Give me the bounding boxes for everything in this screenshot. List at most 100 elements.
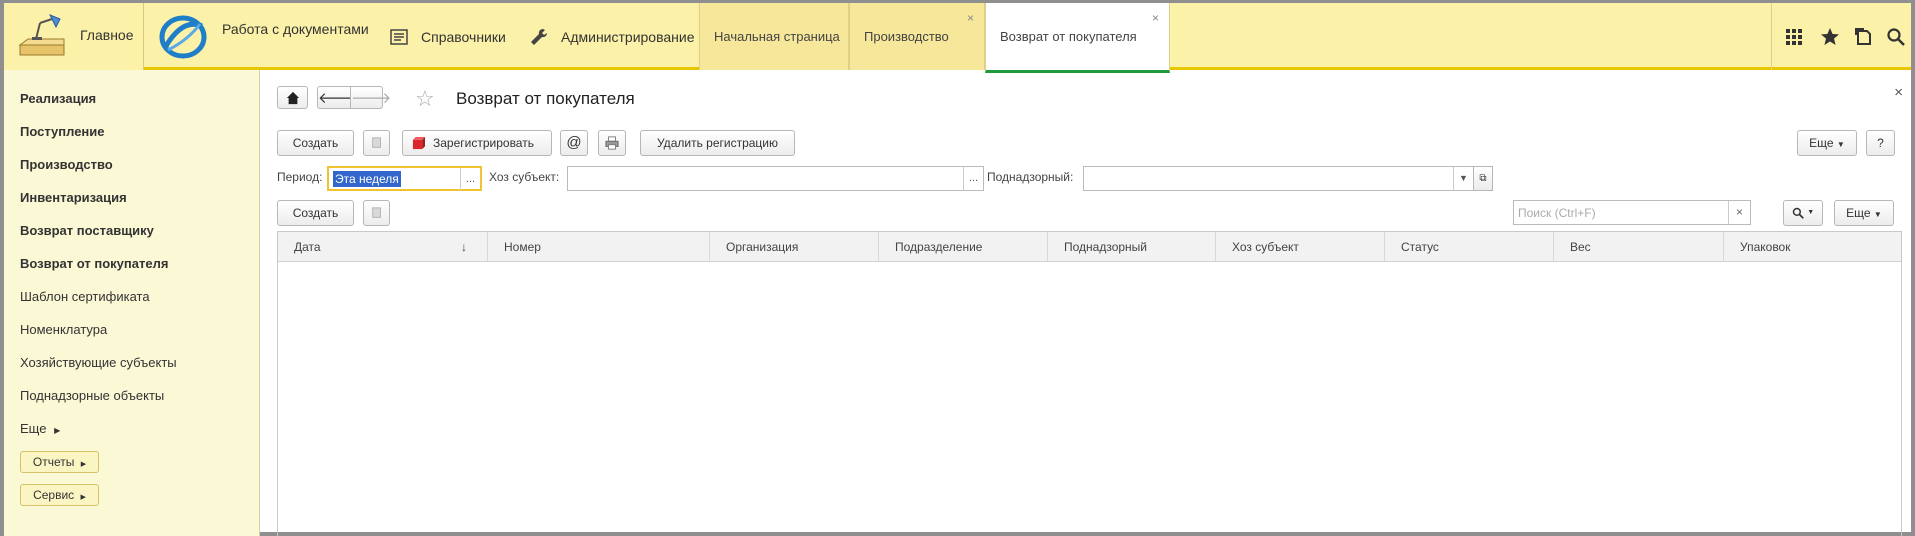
sidebar-item-certificate-template[interactable]: Шаблон сертификата (20, 289, 150, 304)
tab-label: Начальная страница (714, 29, 840, 44)
supervised-label: Поднадзорный: (987, 170, 1074, 184)
tab-label: Возврат от покупателя (1000, 29, 1137, 44)
favorite-star-icon[interactable]: ☆ (415, 86, 435, 112)
subject-field[interactable]: ... (567, 166, 984, 191)
caret-right-icon: ▶ (80, 461, 87, 468)
register-label: Зарегистрировать (433, 136, 534, 150)
service-label: Сервис (33, 488, 75, 502)
admin-section-button[interactable]: Администрирование (529, 3, 695, 70)
sidebar-item-receipts[interactable]: Поступление (20, 124, 105, 139)
tab-close-icon[interactable]: × (1152, 11, 1159, 25)
register-button[interactable]: Зарегистрировать (402, 130, 552, 156)
period-choose-button[interactable]: ... (460, 168, 480, 191)
column-header-date[interactable]: Дата ↓ (278, 232, 488, 262)
back-button[interactable]: 🡐 (317, 86, 358, 109)
tab-label: Производство (864, 29, 949, 44)
documents-label: Работа с документами (222, 20, 369, 37)
register-cube-icon (412, 137, 425, 150)
documents-section-button[interactable]: Работа с документами (144, 3, 377, 70)
app-window: Главное Работа с документами Справочники (0, 0, 1915, 536)
list-create-button[interactable]: Создать (277, 200, 354, 226)
top-tools (1771, 3, 1911, 70)
sort-down-icon: ↓ (461, 240, 467, 254)
tab-production[interactable]: Производство × (849, 3, 985, 70)
sidebar-item-production[interactable]: Производство (20, 157, 113, 172)
period-value: Эта неделя (333, 171, 401, 187)
subject-label: Хоз субъект: (489, 170, 560, 184)
caret-right-icon: ▶ (54, 426, 61, 435)
sidebar-item-supplier-return[interactable]: Возврат поставщику (20, 223, 154, 238)
column-header-number[interactable]: Номер (488, 232, 710, 262)
tab-close-icon[interactable]: × (967, 11, 974, 25)
list-more-button[interactable]: Еще ▼ (1834, 200, 1894, 226)
copy-button[interactable] (363, 130, 390, 156)
search-input[interactable]: Поиск (Ctrl+F) × (1513, 200, 1751, 225)
apps-grid-icon[interactable] (1784, 27, 1804, 47)
column-header-packages[interactable]: Упаковок (1724, 232, 1901, 262)
page-title: Возврат от покупателя (456, 89, 635, 108)
caret-down-icon: ▼ (1836, 140, 1845, 149)
service-button[interactable]: Сервис ▶ (20, 484, 99, 506)
caret-down-icon: ▼ (1807, 209, 1815, 216)
supervised-open-button[interactable]: ⧉ (1473, 166, 1493, 191)
printer-icon (605, 136, 619, 150)
help-button[interactable]: ? (1866, 130, 1895, 156)
desk-lamp-icon (18, 14, 65, 56)
column-header-business-entity[interactable]: Хоз субъект (1216, 232, 1385, 262)
documents-logo-icon (159, 15, 207, 58)
period-field[interactable]: Эта неделя ... (327, 166, 482, 191)
arrow-right-icon: 🡒 (351, 90, 392, 107)
supervised-field[interactable]: ▼ (1083, 166, 1474, 191)
email-button[interactable]: @ (560, 130, 588, 156)
period-label: Период: (277, 170, 323, 184)
list-copy-button[interactable] (363, 200, 390, 226)
sidebar-item-supervised-objects[interactable]: Поднадзорные объекты (20, 388, 164, 403)
sidebar-item-nomenclature[interactable]: Номенклатура (20, 322, 107, 337)
more-label: Еще (1846, 206, 1871, 220)
home-section-button[interactable]: Главное (4, 3, 144, 70)
sidebar-item-sales[interactable]: Реализация (20, 91, 96, 106)
supervised-dropdown-icon[interactable]: ▼ (1453, 167, 1473, 190)
search-clear-icon[interactable]: × (1728, 201, 1750, 224)
sidebar-item-more[interactable]: Еще ▶ (20, 421, 60, 436)
more-actions-button[interactable]: Еще ▼ (1797, 130, 1857, 156)
tab-home-page[interactable]: Начальная страница (699, 3, 849, 70)
sidebar-item-business-entities[interactable]: Хозяйствующие субъекты (20, 355, 177, 370)
tab-customer-return[interactable]: Возврат от покупателя × (985, 3, 1170, 73)
forward-button[interactable]: 🡒 (350, 86, 391, 109)
search-placeholder: Поиск (Ctrl+F) (1518, 206, 1596, 220)
sidebar-item-customer-return[interactable]: Возврат от покупателя (20, 256, 168, 271)
column-header-weight[interactable]: Вес (1554, 232, 1724, 262)
search-icon[interactable] (1886, 27, 1906, 47)
copy-doc-icon (371, 137, 381, 148)
print-button[interactable] (598, 130, 626, 156)
home-nav-button[interactable] (277, 86, 308, 109)
open-window-icon: ⧉ (1479, 173, 1487, 184)
admin-label: Администрирование (561, 28, 695, 45)
delete-registration-button[interactable]: Удалить регистрацию (640, 130, 795, 156)
column-header-department[interactable]: Подразделение (879, 232, 1048, 262)
home-label: Главное (80, 27, 134, 43)
main-form: 🡐 🡒 ☆ Возврат от покупателя × Создать За… (261, 70, 1911, 536)
close-form-icon[interactable]: × (1894, 84, 1903, 101)
column-header-status[interactable]: Статус (1385, 232, 1554, 262)
history-icon[interactable] (1854, 27, 1874, 47)
top-bar: Главное Работа с документами Справочники (4, 3, 1911, 73)
sidebar-more-label: Еще (20, 421, 47, 436)
search-button[interactable]: ▼ (1783, 200, 1823, 226)
documents-table[interactable]: Дата ↓ Номер Организация Подразделение П… (277, 231, 1902, 536)
caret-right-icon: ▶ (80, 494, 86, 501)
sidebar-item-inventory[interactable]: Инвентаризация (20, 190, 127, 205)
reports-button[interactable]: Отчеты ▶ (20, 451, 99, 473)
subject-choose-button[interactable]: ... (963, 167, 983, 190)
create-button[interactable]: Создать (277, 130, 354, 156)
table-header: Дата ↓ Номер Организация Подразделение П… (278, 232, 1901, 262)
reference-section-button[interactable]: Справочники (389, 3, 506, 70)
house-icon (286, 91, 299, 105)
column-header-organization[interactable]: Организация (710, 232, 879, 262)
list-icon (390, 28, 408, 45)
search-icon (1792, 207, 1804, 219)
caret-down-icon: ▼ (1873, 210, 1882, 219)
favorites-star-icon[interactable] (1820, 27, 1840, 47)
column-header-supervised[interactable]: Поднадзорный (1048, 232, 1216, 262)
